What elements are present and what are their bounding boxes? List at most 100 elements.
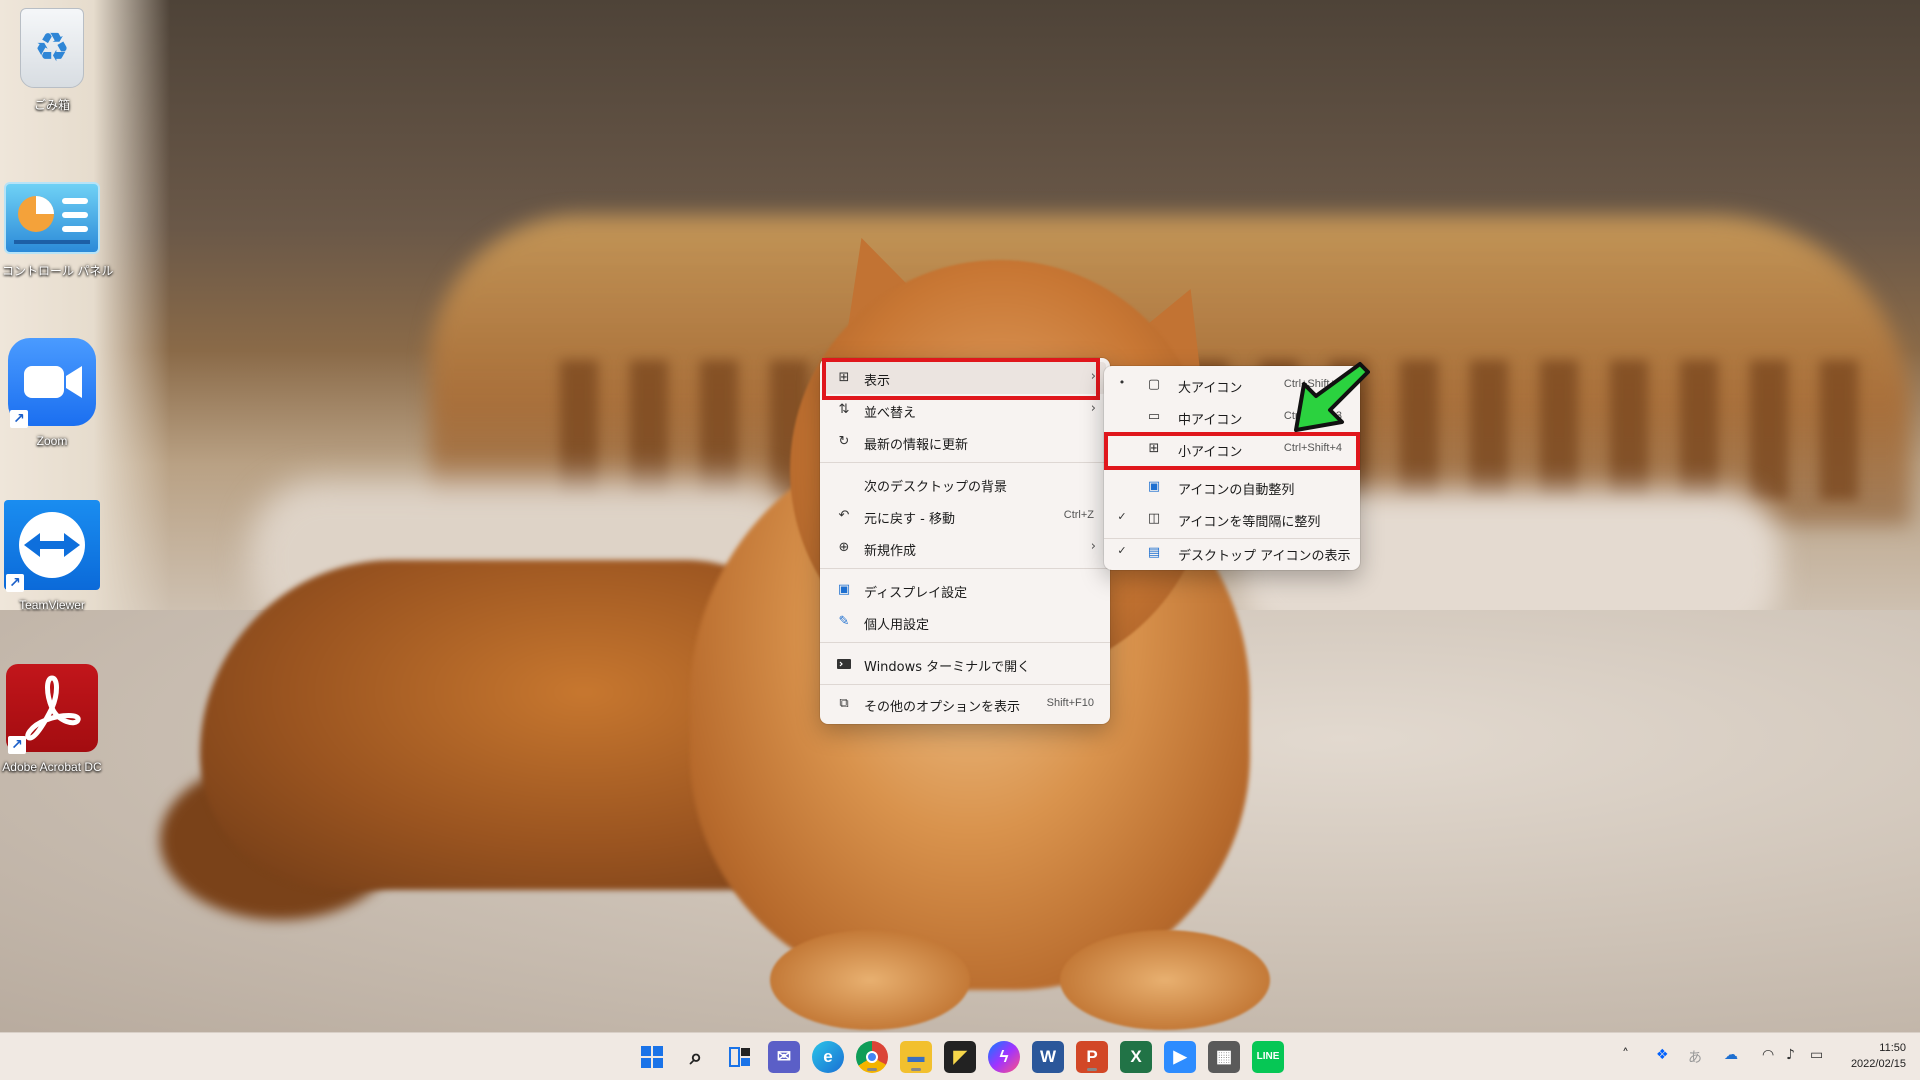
- submenu-item-label: 中アイコン: [1178, 413, 1243, 428]
- recycle-bin-icon: ♻: [20, 8, 84, 88]
- submenu-item-label: アイコンの自動整列: [1178, 483, 1295, 498]
- desktop-icon-label: Adobe Acrobat DC: [2, 760, 102, 774]
- menu-item-label: その他のオプションを表示: [864, 700, 1021, 715]
- menu-item-shortcut: Shift+F10: [1046, 697, 1094, 709]
- submenu-item-label: 大アイコン: [1178, 381, 1243, 396]
- zoom-icon[interactable]: ▶: [1164, 1041, 1196, 1073]
- battery-icon[interactable]: ▭: [1810, 1047, 1823, 1063]
- menu-item-next-background[interactable]: 次のデスクトップの背景: [824, 468, 1106, 500]
- submenu-item-align-grid[interactable]: ✓ ◫ アイコンを等間隔に整列: [1108, 504, 1356, 534]
- chat-icon[interactable]: ✉: [768, 1041, 800, 1073]
- menu-item-label: 元に戻す - 移動: [864, 512, 955, 527]
- menu-separator: [820, 642, 1110, 643]
- menu-item-undo-move[interactable]: ↶ 元に戻す - 移動 Ctrl+Z: [824, 500, 1106, 532]
- medium-icon-icon: ▭: [1147, 409, 1161, 424]
- desktop-icon-label: コントロール パネル: [2, 264, 114, 278]
- terminal-icon: [836, 656, 852, 672]
- teamviewer-icon: ↗: [4, 500, 100, 592]
- chevron-right-icon: ›: [1090, 401, 1096, 416]
- menu-item-label: 次のデスクトップの背景: [864, 480, 1008, 495]
- system-clock[interactable]: 11:50 2022/02/15: [1851, 1040, 1906, 1072]
- line-icon[interactable]: LINE: [1252, 1041, 1284, 1073]
- submenu-item-small-icons[interactable]: ⊞ 小アイコン Ctrl+Shift+4: [1108, 434, 1356, 464]
- menu-item-label: Windows ターミナルで開く: [864, 660, 1031, 675]
- auto-arrange-icon: ▣: [1147, 479, 1161, 494]
- running-indicator: [1087, 1068, 1097, 1071]
- brush-icon: ✎: [838, 614, 850, 629]
- large-icon-icon: ▢: [1147, 377, 1161, 392]
- menu-separator: [820, 462, 1110, 463]
- sort-icon: ⇅: [838, 402, 850, 417]
- submenu-item-auto-arrange[interactable]: ▣ アイコンの自動整列: [1108, 472, 1356, 502]
- desktop-context-menu: ⊞ 表示 › ⇅ 並べ替え › ↻ 最新の情報に更新 次のデスクトップの背景 ↶…: [820, 358, 1110, 724]
- submenu-separator: [1104, 468, 1360, 469]
- wifi-icon[interactable]: ◠: [1762, 1047, 1774, 1063]
- menu-item-sort[interactable]: ⇅ 並べ替え ›: [824, 394, 1106, 426]
- acrobat-icon: ↗: [6, 664, 98, 754]
- menu-item-refresh[interactable]: ↻ 最新の情報に更新: [824, 426, 1106, 458]
- clock-time: 11:50: [1879, 1042, 1906, 1054]
- search-icon[interactable]: ⌕: [680, 1041, 712, 1073]
- submenu-item-label: デスクトップ アイコンの表示: [1178, 549, 1351, 564]
- chrome-icon[interactable]: [856, 1041, 888, 1073]
- menu-item-label: 表示: [864, 374, 891, 389]
- grid-icon: ⊞: [838, 370, 850, 385]
- menu-separator: [820, 684, 1110, 685]
- menu-item-more-options[interactable]: ⧉ その他のオプションを表示 Shift+F10: [824, 688, 1106, 720]
- dropbox-icon[interactable]: ❖: [1656, 1047, 1669, 1063]
- align-grid-icon: ◫: [1147, 511, 1161, 526]
- sticky-notes-icon[interactable]: ◤: [944, 1041, 976, 1073]
- menu-item-open-terminal[interactable]: Windows ターミナルで開く: [824, 648, 1106, 680]
- menu-item-shortcut: Ctrl+Z: [1063, 509, 1094, 521]
- taskbar: ⌕ ✉ e ▬ ◤ ϟ W P X ▶ ▦ LINE ˄ ❖ あ ☁ ◠ ♪ ▭…: [0, 1032, 1920, 1080]
- annotation-arrow-icon: [1294, 362, 1370, 432]
- shortcut-arrow-icon: ↗: [10, 410, 28, 428]
- menu-item-label: 個人用設定: [864, 618, 930, 633]
- menu-item-label: 最新の情報に更新: [864, 438, 969, 453]
- start-button[interactable]: [636, 1041, 668, 1073]
- chevron-up-icon[interactable]: ˄: [1622, 1047, 1629, 1063]
- submenu-item-shortcut: Ctrl+Shift+4: [1283, 442, 1342, 454]
- excel-icon[interactable]: X: [1120, 1041, 1152, 1073]
- more-options-icon: ⧉: [839, 696, 849, 711]
- word-icon[interactable]: W: [1032, 1041, 1064, 1073]
- chevron-right-icon: ›: [1090, 539, 1096, 554]
- menu-item-personalize[interactable]: ✎ 個人用設定: [824, 606, 1106, 638]
- selected-bullet: •: [1118, 376, 1126, 389]
- wallpaper-cat-paw: [1060, 930, 1270, 1030]
- plus-circle-icon: ⊕: [838, 540, 850, 555]
- onedrive-icon[interactable]: ☁: [1724, 1047, 1738, 1063]
- task-view-icon[interactable]: [724, 1041, 756, 1073]
- edge-icon[interactable]: e: [812, 1041, 844, 1073]
- desktop-icon-icon: ▤: [1147, 545, 1161, 560]
- undo-icon: ↶: [838, 508, 850, 523]
- menu-separator: [820, 568, 1110, 569]
- refresh-icon: ↻: [838, 434, 850, 449]
- desktop-icon-teamviewer[interactable]: ↗ TeamViewer: [2, 500, 102, 612]
- submenu-item-show-desktop-icons[interactable]: ✓ ▤ デスクトップ アイコンの表示: [1108, 538, 1356, 568]
- calculator-icon[interactable]: ▦: [1208, 1041, 1240, 1073]
- display-icon: ▣: [837, 582, 851, 597]
- shortcut-arrow-icon: ↗: [8, 736, 26, 754]
- file-explorer-icon[interactable]: ▬: [900, 1041, 932, 1073]
- powerpoint-icon[interactable]: P: [1076, 1041, 1108, 1073]
- desktop-icon-label: Zoom: [36, 434, 68, 448]
- desktop-icon-control-panel[interactable]: コントロール パネル: [2, 182, 114, 279]
- desktop-icon-acrobat[interactable]: ↗ Adobe Acrobat DC: [2, 664, 102, 774]
- clock-date: 2022/02/15: [1850, 1058, 1906, 1070]
- grid-icon: ⊞: [1148, 441, 1160, 456]
- menu-item-display-settings[interactable]: ▣ ディスプレイ設定: [824, 574, 1106, 606]
- desktop-icon-zoom[interactable]: ↗ Zoom: [2, 338, 102, 448]
- messenger-icon[interactable]: ϟ: [988, 1041, 1020, 1073]
- menu-item-new[interactable]: ⊕ 新規作成 ›: [824, 532, 1106, 564]
- check-mark-icon: ✓: [1117, 544, 1127, 557]
- zoom-icon: ↗: [8, 338, 96, 428]
- menu-item-label: 並べ替え: [864, 406, 917, 421]
- ime-icon[interactable]: あ: [1688, 1047, 1702, 1067]
- menu-item-view[interactable]: ⊞ 表示 ›: [824, 362, 1106, 394]
- volume-icon[interactable]: ♪: [1786, 1047, 1795, 1063]
- menu-item-label: ディスプレイ設定: [864, 586, 968, 601]
- desktop-icon-recycle-bin[interactable]: ♻ ごみ箱: [2, 8, 102, 113]
- shortcut-arrow-icon: ↗: [6, 574, 24, 592]
- desktop-icon-label: ごみ箱: [33, 98, 70, 112]
